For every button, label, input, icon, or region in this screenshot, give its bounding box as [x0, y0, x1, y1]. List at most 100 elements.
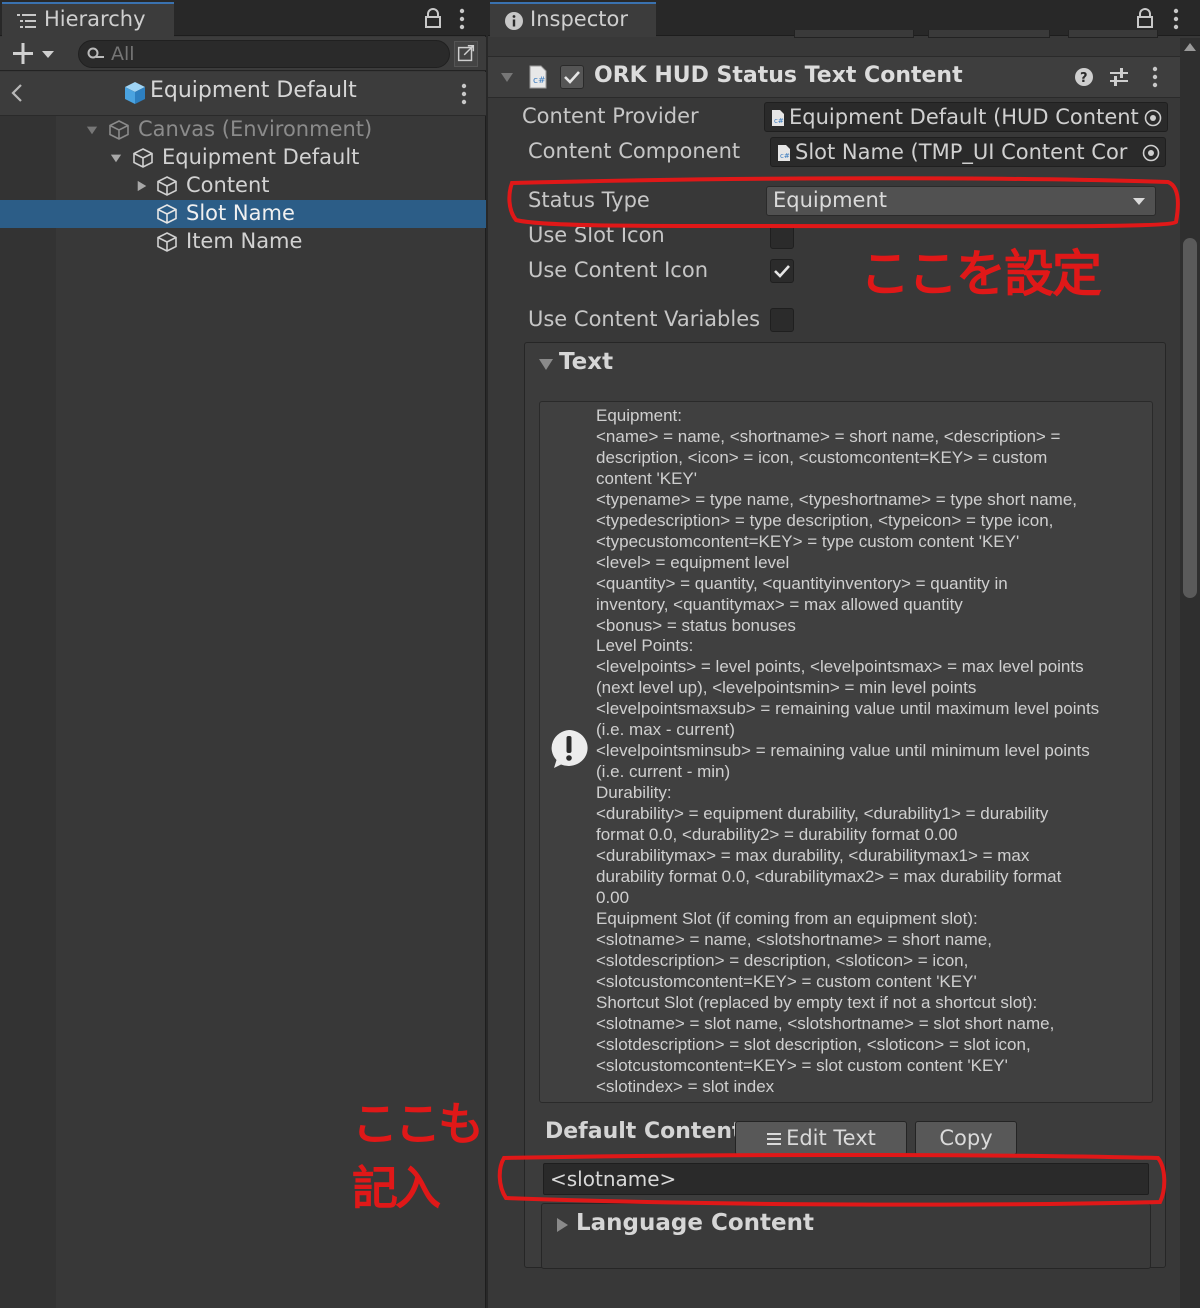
- default-content-field[interactable]: [543, 1163, 1149, 1195]
- svg-text:?: ?: [1080, 71, 1088, 86]
- hierarchy-tab-bar: Hierarchy: [0, 0, 486, 37]
- gameobject-cube-icon: [157, 176, 177, 196]
- tree-row-equipment-default[interactable]: Equipment Default: [0, 144, 486, 172]
- help-text-line: <typename> = type name, <typeshortname> …: [596, 489, 1078, 509]
- add-object-button[interactable]: [10, 40, 60, 68]
- inspector-panel: Inspector c# ORK HUD Status Text Content…: [488, 0, 1200, 1308]
- status-type-dropdown[interactable]: Equipment: [766, 186, 1156, 216]
- collapsed-triangle-icon[interactable]: [136, 179, 148, 193]
- search-icon: [87, 47, 104, 59]
- tab-inspector[interactable]: Inspector: [490, 2, 656, 37]
- tree-row-label: Canvas (Environment): [138, 117, 373, 141]
- annotation-note-set-here: ここを設定: [860, 245, 1102, 303]
- foldout-triangle-icon[interactable]: [539, 359, 553, 371]
- hierarchy-search[interactable]: [78, 40, 450, 68]
- object-picker-icon[interactable]: [1143, 108, 1163, 128]
- lock-icon[interactable]: [424, 8, 442, 28]
- help-text-line: <bonus> = status bonuses: [596, 615, 796, 635]
- hierarchy-toolbar: [0, 37, 486, 71]
- language-content-title[interactable]: Language Content: [576, 1210, 814, 1236]
- status-type-label: Status Type: [528, 188, 650, 212]
- tree-row-canvas-environment[interactable]: Canvas (Environment): [0, 116, 486, 144]
- hidden-tab[interactable]: [1068, 30, 1158, 38]
- tab-hierarchy[interactable]: Hierarchy: [2, 2, 174, 37]
- help-text-line: <slotname> = slot name, <slotshortname> …: [596, 1013, 1055, 1033]
- help-text-line: <slotname> = name, <slotshortname> = sho…: [596, 929, 992, 949]
- language-content-section: Language Content: [541, 1203, 1151, 1269]
- content-provider-field[interactable]: c# Equipment Default (HUD Content: [764, 102, 1168, 132]
- text-section-title[interactable]: Text: [559, 349, 613, 375]
- hidden-tab[interactable]: [794, 30, 914, 38]
- tab-inspector-label: Inspector: [530, 7, 628, 31]
- help-text-line: (i.e. max - current): [596, 720, 735, 740]
- help-text-line: <quantity> = quantity, <quantityinventor…: [596, 573, 1008, 593]
- expand-triangle-icon[interactable]: [86, 123, 98, 137]
- scene-visibility-icon[interactable]: [454, 41, 478, 67]
- edit-text-button[interactable]: Edit Text: [735, 1121, 907, 1155]
- script-file-icon: c#: [772, 110, 784, 126]
- help-text-line: <slotdescription> = slot description, <s…: [596, 1034, 1031, 1054]
- component-title: ORK HUD Status Text Content: [594, 63, 963, 88]
- tree-row-item-name[interactable]: Item Name: [0, 228, 486, 256]
- status-type-value: Equipment: [773, 188, 887, 212]
- gameobject-cube-icon: [157, 204, 177, 224]
- use-content-variables-checkbox[interactable]: [770, 308, 794, 332]
- content-component-value: Slot Name (TMP_UI Content Cor: [795, 140, 1128, 164]
- annotation-note-fill-in: 記入: [352, 1161, 441, 1215]
- help-text-line: Durability:: [596, 783, 672, 803]
- foldout-triangle-icon[interactable]: [500, 70, 514, 84]
- default-content-input[interactable]: [550, 1166, 1140, 1192]
- help-text-line: <levelpointsmaxsub> = remaining value un…: [596, 699, 1100, 719]
- object-picker-icon[interactable]: [1141, 143, 1161, 163]
- inspector-scrollbar[interactable]: [1180, 38, 1200, 1308]
- scrollbar-thumb[interactable]: [1183, 238, 1197, 598]
- scroll-up-arrow-icon[interactable]: [1184, 42, 1196, 52]
- preset-sliders-icon[interactable]: [1108, 67, 1130, 87]
- svg-text:c#: c#: [774, 117, 784, 125]
- tree-row-content[interactable]: Content: [0, 172, 486, 200]
- tab-hierarchy-label: Hierarchy: [44, 7, 146, 31]
- text-section: Text Equipment: <name> = name, <shortname…: [524, 342, 1166, 1269]
- help-text-line: <levelpointsminsub> = remaining value un…: [596, 741, 1090, 761]
- content-component-field[interactable]: c# Slot Name (TMP_UI Content Cor: [770, 137, 1166, 167]
- hierarchy-search-input[interactable]: [111, 42, 431, 66]
- chevron-left-icon[interactable]: [8, 82, 26, 104]
- prefab-cube-icon: [125, 82, 145, 104]
- lock-icon[interactable]: [1136, 8, 1154, 28]
- use-slot-icon-checkbox[interactable]: [770, 225, 794, 249]
- kebab-menu-icon[interactable]: [1170, 8, 1182, 30]
- use-slot-icon-label: Use Slot Icon: [528, 223, 665, 247]
- kebab-menu-icon[interactable]: [1150, 65, 1160, 89]
- kebab-menu-icon[interactable]: [456, 8, 468, 30]
- help-text-line: <slotcustomcontent=KEY> = slot custom co…: [596, 1055, 1008, 1075]
- help-text-line: <levelpoints> = level points, <levelpoin…: [596, 657, 1084, 677]
- script-file-icon: c#: [778, 145, 790, 161]
- copy-button[interactable]: Copy: [915, 1121, 1017, 1155]
- help-text-line: Equipment:: [596, 406, 682, 425]
- dropdown-arrow-icon: [1133, 198, 1145, 205]
- kebab-menu-icon[interactable]: [458, 82, 470, 106]
- content-component-label: Content Component: [528, 139, 741, 163]
- collapsed-triangle-icon[interactable]: [556, 1218, 568, 1232]
- svg-text:c#: c#: [533, 76, 546, 86]
- expand-triangle-icon[interactable]: [110, 151, 122, 165]
- help-text-line: inventory, <quantitymax> = max allowed q…: [596, 594, 963, 614]
- component-enabled-checkbox[interactable]: [560, 65, 584, 89]
- tree-row-slot-name[interactable]: Slot Name: [0, 200, 486, 228]
- help-text-line: Equipment Slot (if coming from an equipm…: [596, 908, 978, 928]
- help-text-line: Shortcut Slot (replaced by empty text if…: [596, 992, 1038, 1012]
- help-text-line: <level> = equipment level: [596, 552, 790, 572]
- content-provider-value: Equipment Default (HUD Content: [789, 105, 1139, 129]
- help-icon[interactable]: ?: [1074, 67, 1094, 87]
- hierarchy-list-icon: [17, 14, 36, 28]
- use-content-variables-label: Use Content Variables: [528, 307, 761, 331]
- component-header[interactable]: c# ORK HUD Status Text Content ?: [488, 56, 1182, 98]
- use-content-icon-checkbox[interactable]: [770, 259, 794, 283]
- check-icon: [774, 265, 790, 278]
- hidden-tab[interactable]: [928, 30, 1050, 38]
- info-icon: [505, 12, 523, 30]
- inspector-tab-bar: Inspector: [488, 0, 1200, 38]
- help-text-line: content 'KEY': [596, 468, 697, 488]
- help-text-line: 0.00: [596, 887, 630, 907]
- help-text-line: <name> = name, <shortname> = short name,…: [596, 426, 1061, 446]
